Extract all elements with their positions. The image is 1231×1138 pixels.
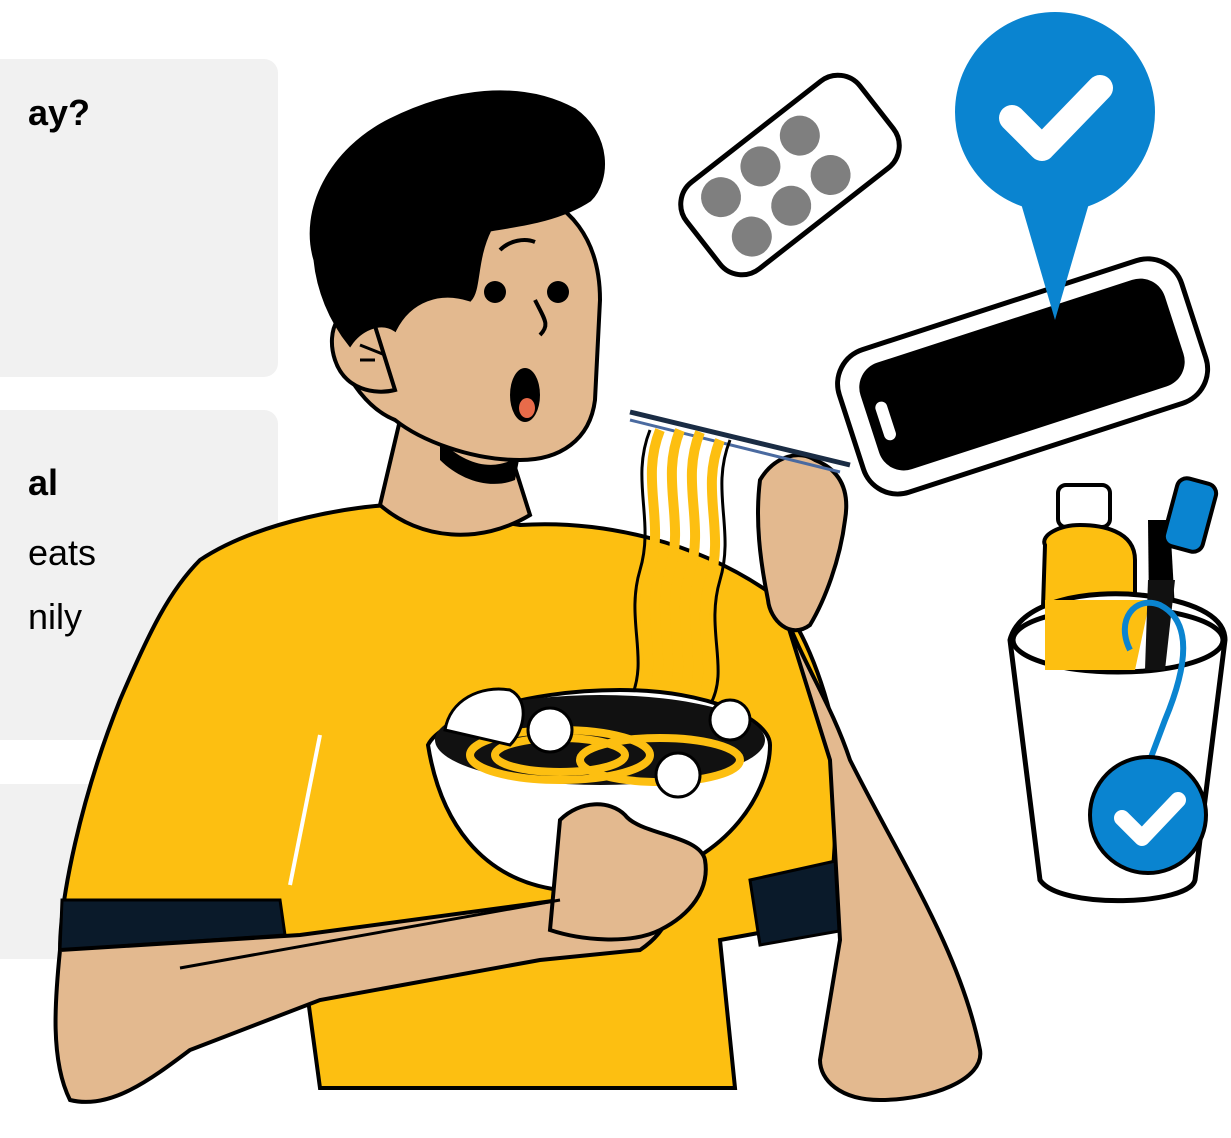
- check-badge-icon: [1088, 599, 1208, 875]
- toothbrush-cup: [1007, 476, 1228, 904]
- card-2-title: al: [28, 462, 59, 503]
- head: [337, 187, 603, 463]
- noodles-strand: [628, 428, 732, 708]
- info-card-2: [0, 410, 278, 740]
- hair: [309, 90, 605, 348]
- neck: [377, 418, 533, 537]
- ear: [329, 306, 398, 394]
- bowl: [425, 687, 773, 893]
- left-hand: [547, 802, 708, 942]
- card-1-title: ay?: [28, 92, 91, 133]
- right-arm: [778, 599, 983, 1103]
- fishball-3: [708, 698, 752, 742]
- check-pin-icon: [955, 12, 1155, 320]
- mouth: [510, 368, 540, 422]
- card-2-line-2: eats: [28, 532, 97, 573]
- pill-pack-icon: [678, 72, 902, 278]
- info-card-3: [0, 784, 278, 959]
- right-hand: [756, 453, 849, 633]
- bok-choy: [443, 687, 525, 747]
- card-2-line-3: nily: [28, 596, 83, 637]
- chopstick-2: [629, 418, 841, 474]
- fishball-1: [526, 706, 574, 754]
- fishball-2: [654, 751, 702, 799]
- chopstick-1: [629, 409, 851, 468]
- smartphone-icon: [835, 256, 1211, 497]
- sleeve-band-right: [748, 858, 847, 947]
- bowl-noodles: [466, 726, 744, 786]
